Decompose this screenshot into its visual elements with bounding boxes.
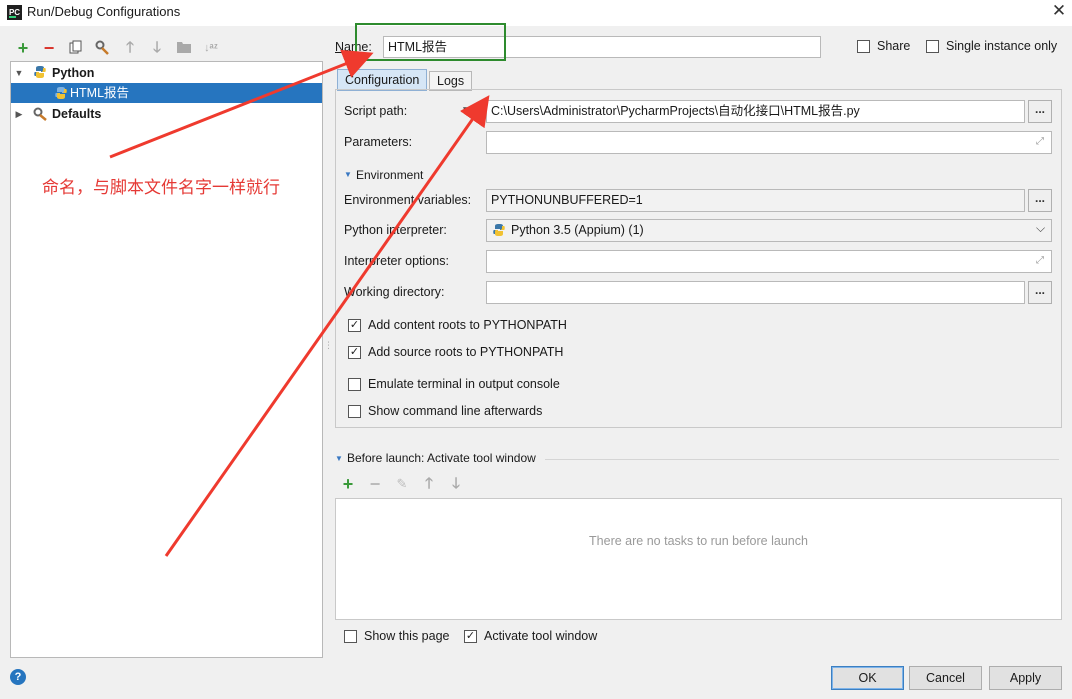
environment-chevron-down-icon[interactable]: ▼ — [344, 170, 352, 179]
apply-button[interactable]: Apply — [989, 666, 1062, 690]
env-vars-browse-button[interactable]: ... — [1028, 189, 1052, 212]
remove-icon[interactable]: − — [41, 39, 57, 57]
before-launch-add-icon[interactable]: + — [340, 475, 356, 493]
share-label: Share — [877, 39, 911, 53]
emulate-terminal-checkbox[interactable] — [348, 378, 361, 391]
env-vars-input[interactable]: PYTHONUNBUFFERED=1 — [486, 189, 1025, 212]
interpreter-options-label: Interpreter options: — [344, 254, 449, 268]
before-launch-remove-icon[interactable]: − — [367, 475, 383, 493]
before-launch-divider — [545, 459, 1059, 460]
chevron-right-icon[interactable]: ▶ — [14, 104, 24, 124]
tree-item-python[interactable]: ▼ Python — [11, 63, 322, 83]
add-icon[interactable]: + — [15, 39, 31, 57]
tab-logs[interactable]: Logs — [429, 71, 473, 91]
before-launch-chevron-down-icon[interactable]: ▼ — [335, 454, 343, 463]
folder-icon[interactable] — [176, 40, 192, 56]
configuration-tree[interactable]: ▼ Python HTML报告 ▶ Defaults — [10, 61, 323, 658]
interpreter-dropdown-chevron-icon[interactable]: ⌵ — [1036, 221, 1045, 236]
python-file-icon — [54, 86, 68, 106]
interpreter-python-icon — [492, 223, 506, 240]
script-type-dropdown-icon[interactable]: ▼ — [461, 105, 471, 116]
before-launch-edit-icon[interactable]: ✎ — [394, 476, 410, 492]
move-down-icon[interactable]: 🡓 — [149, 40, 165, 56]
share-checkbox[interactable] — [857, 40, 870, 53]
add-source-roots-checkbox[interactable]: ✓ — [348, 346, 361, 359]
before-launch-empty-text: There are no tasks to run before launch — [589, 534, 808, 548]
splitter-handle[interactable]: ⋮ — [324, 340, 333, 351]
add-content-roots-label: Add content roots to PYTHONPATH — [368, 318, 567, 332]
ok-button[interactable]: OK — [831, 666, 904, 690]
window-title: Run/Debug Configurations — [27, 4, 181, 19]
single-instance-checkbox[interactable] — [926, 40, 939, 53]
show-this-page-checkbox[interactable] — [344, 630, 357, 643]
before-launch-title: Before launch: Activate tool window — [347, 451, 536, 465]
sort-icon[interactable]: ↓ᵃᶻ — [203, 40, 219, 56]
help-icon[interactable]: ? — [10, 669, 26, 685]
interpreter-select[interactable]: Python 3.5 (Appium) (1) — [486, 219, 1052, 242]
parameters-label: Parameters: — [344, 135, 413, 149]
pycharm-app-icon: PC — [7, 5, 22, 20]
tree-label-python: Python — [52, 66, 95, 80]
python-icon — [33, 65, 47, 85]
name-highlight-box — [355, 23, 506, 61]
tree-item-defaults[interactable]: ▶ Defaults — [11, 104, 322, 124]
show-command-line-checkbox[interactable] — [348, 405, 361, 418]
add-source-roots-label: Add source roots to PYTHONPATH — [368, 345, 564, 359]
parameters-input[interactable] — [486, 131, 1052, 154]
working-dir-browse-button[interactable]: ... — [1028, 281, 1052, 304]
activate-tool-window-label: Activate tool window — [484, 629, 598, 643]
edit-defaults-icon[interactable] — [95, 40, 111, 56]
interpreter-options-expand-icon[interactable]: ⤢ — [1036, 255, 1044, 266]
annotation-text: 命名，与脚本文件名字一样就行 — [42, 178, 280, 198]
environment-section-label: Environment — [356, 168, 424, 182]
interpreter-options-input[interactable] — [486, 250, 1052, 273]
tab-configuration[interactable]: Configuration — [337, 69, 428, 91]
activate-tool-window-checkbox[interactable]: ✓ — [464, 630, 477, 643]
before-launch-move-down-icon[interactable]: 🡓 — [448, 476, 464, 492]
working-dir-input[interactable] — [486, 281, 1025, 304]
copy-icon[interactable] — [68, 40, 84, 56]
move-up-icon[interactable]: 🡑 — [122, 40, 138, 56]
before-launch-task-list[interactable]: There are no tasks to run before launch — [335, 498, 1062, 620]
interpreter-label: Python interpreter: — [344, 223, 447, 237]
show-command-line-label: Show command line afterwards — [368, 404, 543, 418]
cancel-button[interactable]: Cancel — [909, 666, 982, 690]
chevron-down-icon[interactable]: ▼ — [14, 63, 24, 83]
script-path-browse-button[interactable]: ... — [1028, 100, 1052, 123]
script-path-input[interactable]: C:\Users\Administrator\PycharmProjects\自… — [486, 100, 1025, 123]
emulate-terminal-label: Emulate terminal in output console — [368, 377, 560, 391]
close-icon[interactable]: ✕ — [1050, 1, 1068, 23]
expand-icon[interactable]: ⤢ — [1036, 136, 1044, 147]
working-dir-label: Working directory: — [344, 285, 445, 299]
tree-label-html-report: HTML报告 — [70, 86, 130, 100]
show-this-page-label: Show this page — [364, 629, 450, 643]
defaults-wrench-icon — [33, 107, 48, 127]
tree-item-html-report[interactable]: HTML报告 — [11, 83, 322, 103]
add-content-roots-checkbox[interactable]: ✓ — [348, 319, 361, 332]
script-path-label: Script path: — [344, 104, 408, 118]
env-vars-label: Environment variables: — [344, 193, 472, 207]
before-launch-move-up-icon[interactable]: 🡑 — [421, 476, 437, 492]
tree-label-defaults: Defaults — [52, 107, 102, 121]
single-instance-label: Single instance only — [946, 39, 1058, 53]
interpreter-value: Python 3.5 (Appium) (1) — [511, 223, 644, 237]
